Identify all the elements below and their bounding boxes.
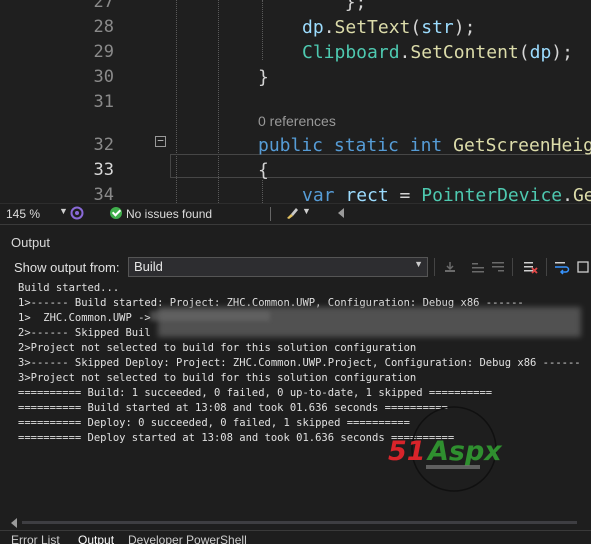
line-number: 27 bbox=[93, 0, 114, 12]
code-token: static bbox=[333, 135, 399, 156]
code-token: { bbox=[258, 160, 269, 181]
previous-message-icon[interactable] bbox=[470, 259, 486, 275]
code-text: dp.SetText(str); bbox=[302, 15, 475, 40]
check-circle-icon bbox=[110, 207, 122, 219]
code-token: . bbox=[399, 42, 411, 63]
code-text: } bbox=[258, 65, 269, 90]
output-line: 2>Project not selected to build for this… bbox=[18, 342, 417, 354]
code-token: Ge bbox=[572, 185, 591, 203]
scroll-left-icon[interactable] bbox=[11, 518, 17, 528]
output-source-value: Build bbox=[134, 259, 163, 274]
zoom-level: 145 % bbox=[6, 207, 41, 221]
code-token: ); bbox=[551, 42, 573, 63]
output-line: 3>Project not selected to build for this… bbox=[18, 372, 417, 384]
panel-title: Output bbox=[11, 235, 51, 250]
code-token: PointerDevice bbox=[421, 185, 563, 203]
output-source-select[interactable]: Build ▼ bbox=[128, 257, 428, 277]
code-line[interactable]: 34 var rect = PointerDevice.Ge bbox=[0, 183, 591, 203]
code-token: ( bbox=[518, 42, 530, 63]
code-text: { bbox=[258, 158, 269, 183]
tab-error-list[interactable]: Error List bbox=[11, 533, 60, 544]
scrollbar-thumb[interactable] bbox=[22, 521, 577, 524]
clear-all-icon[interactable] bbox=[522, 259, 538, 275]
line-number: 29 bbox=[93, 42, 114, 62]
line-number: 30 bbox=[93, 67, 114, 87]
bottom-tab-strip: Error List Output Developer PowerShell bbox=[0, 530, 591, 544]
output-line: Build started... bbox=[18, 282, 120, 294]
code-cleanup-icon[interactable] bbox=[70, 206, 84, 220]
code-token: ( bbox=[410, 17, 422, 38]
code-token: }; bbox=[258, 0, 367, 13]
code-token: str bbox=[421, 17, 454, 38]
output-line: ========== Build: 1 succeeded, 0 failed,… bbox=[18, 387, 493, 399]
code-token: ); bbox=[453, 17, 476, 38]
zoom-dropdown[interactable]: 145 % ▼ bbox=[6, 206, 68, 223]
tab-developer-powershell[interactable]: Developer PowerShell bbox=[128, 533, 247, 544]
collapse-toggle[interactable]: − bbox=[155, 135, 166, 147]
code-token: SetContent bbox=[410, 42, 519, 63]
code-line[interactable]: 29 Clipboard.SetContent(dp); bbox=[0, 40, 591, 65]
toggle-output-icon[interactable] bbox=[576, 259, 591, 275]
code-token: Clipboard bbox=[302, 42, 400, 63]
divider bbox=[546, 258, 547, 276]
code-token: int bbox=[409, 135, 443, 156]
divider bbox=[512, 258, 513, 276]
output-line: 3>------ Skipped Deploy: Project: ZHC.Co… bbox=[18, 357, 581, 369]
chevron-down-icon[interactable]: ▼ bbox=[302, 206, 311, 216]
output-panel: Output Show output from: Build ▼ Build s… bbox=[0, 224, 591, 530]
code-line[interactable]: 27 }; bbox=[0, 0, 591, 15]
show-output-label: Show output from: bbox=[14, 260, 120, 275]
scroll-left-icon[interactable] bbox=[338, 208, 344, 218]
code-text: Clipboard.SetContent(dp); bbox=[302, 40, 573, 65]
code-line[interactable]: 28 dp.SetText(str); bbox=[0, 15, 591, 40]
codelens-references[interactable]: 0 references bbox=[258, 113, 336, 129]
code-token: . bbox=[562, 185, 573, 203]
watermark-logo: 51 Aspx bbox=[388, 406, 503, 492]
code-text: public static int GetScreenHeig bbox=[258, 133, 591, 158]
code-token: var bbox=[302, 185, 335, 203]
code-token: . bbox=[323, 17, 335, 38]
code-token: SetText bbox=[334, 17, 411, 38]
code-line[interactable]: 30} bbox=[0, 65, 591, 90]
divider bbox=[434, 258, 435, 276]
line-number: 32 bbox=[93, 135, 114, 155]
code-line[interactable]: 33 { bbox=[0, 158, 591, 183]
code-token: = bbox=[388, 185, 422, 203]
code-token: dp bbox=[302, 17, 324, 38]
line-number: 28 bbox=[93, 17, 114, 37]
code-token: } bbox=[258, 67, 269, 88]
tab-output[interactable]: Output bbox=[78, 533, 114, 544]
code-line[interactable]: 32 public static int GetScreenHeig bbox=[0, 133, 591, 158]
code-token: dp bbox=[529, 42, 552, 63]
code-text: var rect = PointerDevice.Ge bbox=[302, 183, 591, 203]
code-text: }; bbox=[258, 0, 367, 15]
code-token: GetScreenHeig bbox=[453, 135, 591, 156]
output-horizontal-scrollbar[interactable] bbox=[0, 515, 591, 529]
code-token: public bbox=[258, 135, 324, 156]
chevron-down-icon: ▼ bbox=[59, 206, 68, 216]
svg-text:51: 51 bbox=[388, 436, 426, 467]
code-line[interactable]: 31 bbox=[0, 90, 591, 115]
issues-status[interactable]: No issues found bbox=[126, 207, 212, 221]
word-wrap-icon[interactable] bbox=[554, 259, 570, 275]
code-editor[interactable]: 27 }; 28 dp.SetText(str); 29 Clipboard.SetCo… bbox=[0, 0, 591, 203]
redacted-region bbox=[150, 311, 270, 321]
next-message-icon[interactable] bbox=[490, 259, 506, 275]
goto-location-icon[interactable] bbox=[442, 259, 458, 275]
brush-icon[interactable] bbox=[285, 206, 299, 220]
editor-status-bar: 145 % ▼ No issues found ▼ bbox=[0, 203, 591, 224]
svg-text:Aspx: Aspx bbox=[426, 436, 503, 467]
chevron-down-icon: ▼ bbox=[414, 259, 423, 269]
line-number: 34 bbox=[93, 185, 114, 203]
line-number: 31 bbox=[93, 92, 114, 112]
line-number: 33 bbox=[93, 160, 114, 180]
divider bbox=[270, 207, 271, 221]
code-token: rect bbox=[345, 185, 389, 203]
